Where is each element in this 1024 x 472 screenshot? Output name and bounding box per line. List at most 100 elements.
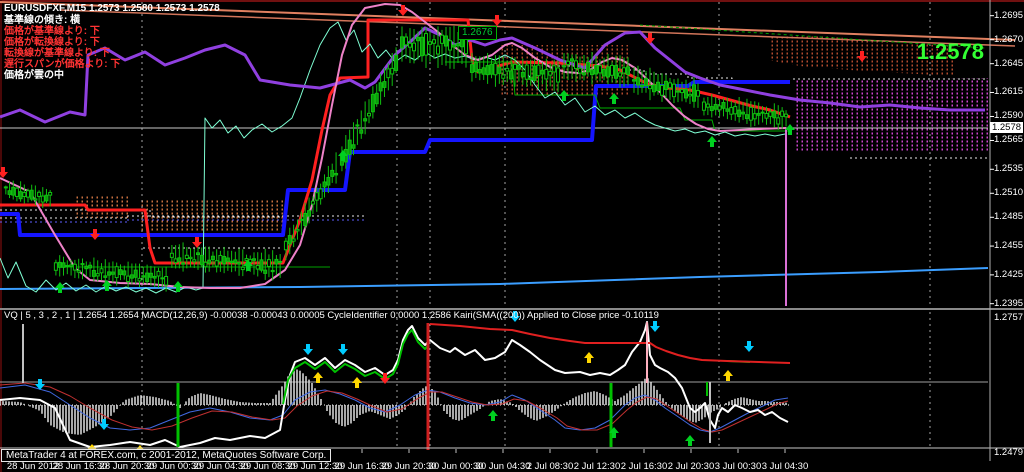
candle-body	[776, 117, 781, 125]
vq-white	[0, 321, 789, 448]
candle-body	[432, 39, 436, 44]
sell-arrow-icon	[338, 344, 348, 355]
candle-body	[3, 186, 8, 189]
candle-body	[594, 64, 598, 75]
candle-body	[69, 264, 74, 267]
candle-body	[283, 240, 288, 251]
candle-body	[394, 54, 399, 71]
candle-body	[614, 65, 618, 79]
candle-body	[729, 107, 734, 115]
candle-body	[721, 101, 726, 109]
price-axis-label: 1.2425	[994, 268, 1024, 280]
sell-arrow-icon	[192, 237, 202, 248]
candle-body	[705, 103, 710, 108]
sub-axis-label: 1.2479	[994, 447, 1024, 458]
time-axis-label: 30 Jun 04:30	[475, 461, 531, 472]
chart-canvas[interactable]	[0, 0, 1024, 472]
candle-body	[192, 259, 197, 263]
candle-body	[14, 187, 19, 197]
candle-body	[566, 60, 570, 66]
time-axis-label: 2 Jul 12:30	[573, 461, 621, 472]
candle-body	[95, 273, 100, 277]
candle-body	[347, 139, 352, 155]
candle-body	[622, 67, 626, 74]
buy-arrow-icon	[313, 372, 323, 383]
candle-body	[278, 260, 283, 263]
candle-body	[505, 67, 510, 72]
candle-body	[772, 111, 777, 119]
time-axis-label: 3 Jul 00:30	[714, 461, 762, 472]
candle-body	[692, 84, 696, 102]
price-axis-label: 1.2615	[994, 86, 1024, 98]
sell-arrow-icon	[645, 33, 655, 44]
candle-body	[99, 268, 104, 274]
candle-body	[314, 192, 319, 201]
candle-body	[528, 77, 533, 80]
candle-body	[169, 252, 174, 258]
candle-body	[218, 254, 223, 263]
kumo-future-magenta	[793, 78, 988, 152]
candle-body	[33, 198, 38, 201]
candle-body	[764, 112, 769, 119]
candle-body	[640, 84, 644, 88]
candle-body	[363, 118, 368, 122]
candle-body	[590, 69, 594, 76]
candle-body	[610, 64, 614, 76]
buy-arrow-icon	[584, 352, 594, 363]
time-axis-label: 2 Jul 20:30	[667, 461, 715, 472]
candle-body	[374, 92, 379, 105]
candle-body	[540, 69, 545, 75]
price-axis-label: 1.2510	[994, 187, 1024, 199]
candle-body	[266, 259, 271, 267]
candle-body	[318, 188, 323, 200]
candle-body	[760, 111, 765, 114]
price-axis-label: 1.2565	[994, 134, 1024, 146]
candle-body	[725, 108, 730, 112]
candle-body	[61, 262, 66, 268]
ichimoku-status-line: 価格が転換線より: 下	[4, 37, 100, 48]
candle-body	[556, 67, 561, 83]
buy-arrow-icon	[723, 370, 733, 381]
candle-body	[784, 113, 789, 118]
candle-body	[404, 36, 408, 46]
candle-body	[145, 272, 150, 282]
candle-body	[440, 34, 444, 44]
candle-body	[741, 111, 746, 115]
candle-body	[386, 68, 391, 79]
axis-current-price-box: 1.2578	[990, 122, 1023, 133]
candle-body	[152, 275, 157, 279]
sub-axis-label: 1.2757	[994, 312, 1024, 323]
candle-body	[768, 111, 773, 117]
candle-body	[456, 43, 460, 47]
price-axis-label: 1.2670	[994, 33, 1024, 45]
candle-body	[72, 263, 77, 271]
candle-body	[680, 89, 684, 94]
candle-body	[53, 262, 58, 271]
candle-body	[29, 189, 34, 200]
candle-body	[355, 124, 360, 127]
candle-body	[452, 44, 456, 48]
candle-body	[156, 270, 161, 277]
candle-body	[382, 81, 387, 88]
candle-body	[598, 65, 602, 74]
candle-body	[578, 67, 582, 74]
candle-body	[210, 255, 215, 261]
candle-body	[733, 106, 738, 115]
candle-body	[164, 276, 169, 286]
candle-body	[713, 103, 718, 110]
candle-body	[378, 82, 383, 92]
candle-body	[252, 258, 256, 261]
candle-body	[91, 269, 96, 277]
symbol-ohlc-header: EURUSDFXF,M15 1.2573 1.2580 1.2573 1.257…	[4, 3, 220, 14]
candle-body	[22, 192, 27, 198]
candle-body	[780, 110, 785, 117]
candle-body	[199, 254, 204, 266]
candle-body	[126, 275, 131, 282]
candle-body	[416, 36, 420, 42]
buy-arrow-icon	[352, 377, 362, 388]
candle-body	[390, 67, 395, 75]
candle-body	[122, 270, 127, 276]
candle-body	[493, 62, 498, 76]
candle-body	[701, 101, 706, 111]
candle-body	[428, 41, 432, 45]
